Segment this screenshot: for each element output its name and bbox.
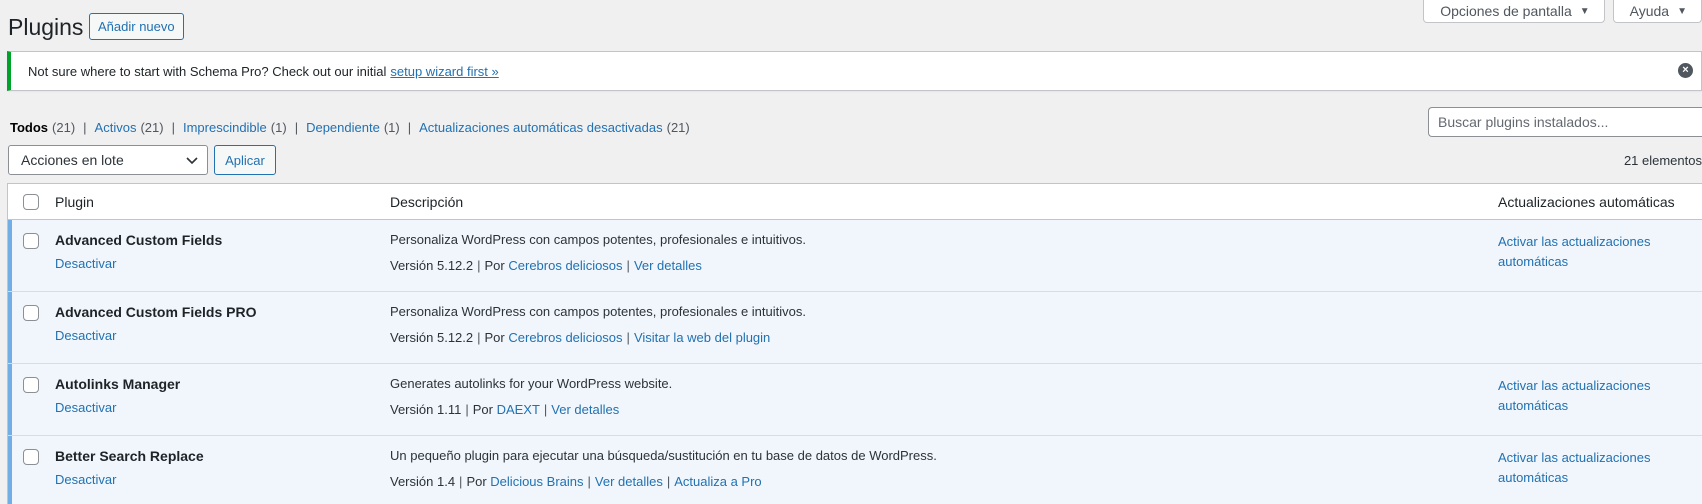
select-all-cell — [8, 193, 55, 210]
deactivate-link[interactable]: Desactivar — [55, 400, 116, 415]
filter-all[interactable]: Todos (21) — [10, 120, 75, 135]
bulk-actions-selected: Acciones en lote — [21, 152, 124, 168]
author-link[interactable]: DAEXT — [497, 402, 540, 417]
apply-bulk-button[interactable]: Aplicar — [214, 145, 276, 175]
filter-separator: | — [171, 120, 175, 135]
screen-options-button[interactable]: Opciones de pantalla ▼ — [1423, 0, 1605, 23]
by-label: Por — [484, 258, 505, 273]
table-row: Advanced Custom Fields PRO Desactivar Pe… — [8, 292, 1702, 364]
plugin-status-filters: Todos (21) | Activos (21) | Imprescindible… — [10, 120, 690, 135]
deactivate-link[interactable]: Desactivar — [55, 328, 116, 343]
visit-plugin-site-link[interactable]: Visitar la web del plugin — [634, 330, 770, 345]
item-count: 21 elementos — [1623, 153, 1702, 168]
deactivate-link[interactable]: Desactivar — [55, 256, 116, 271]
filter-active[interactable]: Activos (21) — [95, 120, 164, 135]
upgrade-to-pro-link[interactable]: Actualiza a Pro — [674, 474, 761, 489]
dismiss-notice-icon[interactable]: × — [1678, 63, 1693, 78]
filter-mustuse[interactable]: Imprescindible (1) — [183, 120, 287, 135]
plugin-meta: Versión 1.4 | Por Delicious Brains | Ver det… — [390, 474, 762, 489]
author-link[interactable]: Delicious Brains — [490, 474, 583, 489]
auto-updates-cell: Activar las actualizaciones automáticas — [1498, 364, 1702, 435]
plugin-search-input[interactable]: Buscar plugins instalados... — [1428, 107, 1702, 137]
plugins-table: Plugin Descripción Actualizaciones autom… — [7, 183, 1702, 504]
chevron-down-icon — [186, 157, 198, 165]
auto-updates-cell: Activar las actualizaciones automáticas — [1498, 220, 1702, 291]
description-cell: Personaliza WordPress con campos potente… — [390, 292, 1498, 363]
table-header: Plugin Descripción Actualizaciones autom… — [8, 184, 1702, 220]
filter-separator: | — [294, 120, 299, 135]
table-row: Advanced Custom Fields Desactivar Person… — [8, 220, 1702, 292]
column-plugin[interactable]: Plugin — [55, 194, 390, 210]
plugin-description: Personaliza WordPress con campos potente… — [390, 232, 806, 247]
filter-separator: | — [83, 120, 87, 135]
by-label: Por — [484, 330, 505, 345]
enable-auto-updates-link[interactable]: Activar las actualizaciones automáticas — [1498, 378, 1650, 413]
by-label: Por — [466, 474, 487, 489]
enable-auto-updates-link[interactable]: Activar las actualizaciones automáticas — [1498, 450, 1650, 485]
plugin-version: Versión 1.11 — [390, 402, 462, 417]
setup-wizard-link[interactable]: setup wizard first » — [390, 64, 498, 79]
plugin-version: Versión 5.12.2 — [390, 330, 474, 345]
filter-separator: | — [407, 120, 412, 135]
notice-text: Not sure where to start with Schema Pro?… — [28, 63, 387, 79]
plugin-description: Generates autolinks for your WordPress w… — [390, 376, 673, 391]
help-button[interactable]: Ayuda ▼ — [1612, 0, 1702, 23]
caret-down-icon: ▼ — [1579, 5, 1590, 17]
row-checkbox[interactable] — [23, 305, 39, 321]
row-checkbox-cell — [8, 292, 55, 363]
plugin-meta: Versión 5.12.2 | Por Cerebros deliciosos | V… — [390, 330, 771, 345]
plugin-cell: Advanced Custom Fields PRO Desactivar — [55, 292, 390, 363]
plugin-name: Advanced Custom Fields PRO — [55, 304, 257, 320]
by-label: Por — [472, 402, 493, 417]
plugin-cell: Better Search Replace Desactivar — [55, 436, 390, 504]
author-link[interactable]: Cerebros deliciosos — [508, 258, 622, 273]
view-details-link[interactable]: Ver detalles — [595, 474, 663, 489]
filter-dropins[interactable]: Dependiente (1) — [306, 120, 400, 135]
row-checkbox-cell — [8, 364, 55, 435]
bulk-actions-select[interactable]: Acciones en lote — [8, 145, 208, 175]
author-link[interactable]: Cerebros deliciosos — [508, 330, 622, 345]
table-row: Better Search Replace Desactivar Un pequ… — [8, 436, 1702, 504]
plugin-name: Advanced Custom Fields — [55, 232, 223, 248]
column-description: Descripción — [390, 193, 464, 210]
description-cell: Un pequeño plugin para ejecutar una búsq… — [390, 436, 1498, 504]
add-new-plugin-button[interactable]: Añadir nuevo — [89, 13, 184, 40]
screen-options-label: Opciones de pantalla — [1440, 3, 1572, 19]
help-label: Ayuda — [1629, 3, 1670, 19]
row-checkbox[interactable] — [23, 233, 39, 249]
filter-auto-update-disabled[interactable]: Actualizaciones automáticas desactivadas… — [419, 120, 690, 135]
plugin-version: Versión 1.4 — [390, 474, 456, 489]
view-details-link[interactable]: Ver detalles — [551, 402, 619, 417]
auto-updates-cell — [1498, 292, 1702, 363]
description-cell: Personaliza WordPress con campos potente… — [390, 220, 1498, 291]
row-checkbox[interactable] — [23, 449, 39, 465]
plugin-cell: Autolinks Manager Desactivar — [55, 364, 390, 435]
plugin-description: Personaliza WordPress con campos potente… — [390, 304, 806, 319]
page-title: Plugins — [8, 14, 84, 40]
row-checkbox-cell — [8, 220, 55, 291]
column-auto-updates: Actualizaciones automáticas — [1498, 193, 1675, 210]
auto-updates-cell: Activar las actualizaciones automáticas — [1498, 436, 1702, 504]
plugin-name: Autolinks Manager — [55, 376, 181, 392]
plugin-cell: Advanced Custom Fields Desactivar — [55, 220, 390, 291]
screen-meta-links: Opciones de pantalla ▼ Ayuda ▼ — [1423, 0, 1702, 23]
row-checkbox-cell — [8, 436, 55, 504]
view-details-link[interactable]: Ver detalles — [634, 258, 702, 273]
row-checkbox[interactable] — [23, 377, 39, 393]
plugin-meta: Versión 5.12.2 | Por Cerebros deliciosos | V… — [390, 258, 702, 273]
deactivate-link[interactable]: Desactivar — [55, 472, 116, 487]
plugin-description: Un pequeño plugin para ejecutar una búsq… — [390, 448, 937, 463]
schema-pro-notice: Not sure where to start with Schema Pro?… — [7, 51, 1702, 91]
description-cell: Generates autolinks for your WordPress w… — [390, 364, 1498, 435]
table-row: Autolinks Manager Desactivar Generates a… — [8, 364, 1702, 436]
plugin-meta: Versión 1.11 | Por DAEXT | Ver detalles — [390, 402, 620, 417]
enable-auto-updates-link[interactable]: Activar las actualizaciones automáticas — [1498, 234, 1650, 269]
plugin-version: Versión 5.12.2 — [390, 258, 474, 273]
caret-down-icon: ▼ — [1677, 5, 1687, 17]
select-all-checkbox[interactable] — [23, 193, 39, 210]
plugin-name: Better Search Replace — [55, 448, 204, 464]
